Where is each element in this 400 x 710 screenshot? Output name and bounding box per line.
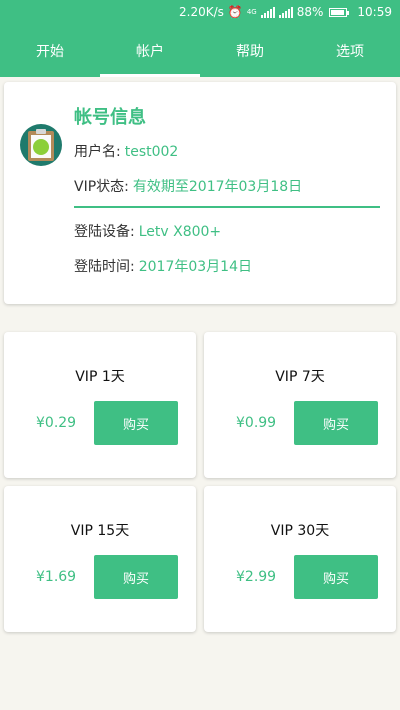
vip-plan-price: ¥0.99	[236, 415, 277, 431]
device-value: Letv X800+	[138, 224, 222, 240]
vip-status-row: VIP状态: 有效期至2017年03月18日	[74, 176, 302, 196]
username-row: 用户名: test002	[74, 141, 178, 161]
vip-plan-card: VIP 7天 ¥0.99 购买	[204, 332, 396, 478]
vip-plan-price: ¥0.29	[36, 415, 77, 431]
avatar	[20, 124, 62, 166]
username-label: 用户名:	[74, 144, 121, 160]
vip-plan-name: VIP 1天	[75, 369, 125, 385]
device-row: 登陆设备: Letv X800+	[74, 221, 221, 241]
buy-button[interactable]: 购买	[294, 555, 378, 599]
clipboard-clip	[36, 129, 46, 134]
signal-icon-2	[278, 6, 293, 18]
tab-bar: 开始 帐户 帮助 选项	[0, 24, 400, 77]
battery-fill	[331, 9, 344, 15]
tab-label: 帐户	[136, 43, 164, 60]
login-time-label: 登陆时间:	[74, 259, 135, 275]
buy-button[interactable]: 购买	[294, 401, 378, 445]
vip-plan-card: VIP 15天 ¥1.69 购买	[4, 486, 196, 632]
vip-plan-name: VIP 15天	[70, 523, 130, 539]
network-speed: 2.20K/s	[179, 5, 224, 19]
battery-percent: 88%	[296, 5, 324, 19]
tab-label: 选项	[336, 43, 364, 60]
tab-options[interactable]: 选项	[300, 24, 400, 77]
apple-icon	[33, 139, 49, 155]
username-value: test002	[124, 144, 179, 160]
status-bar: 2.20K/s ⏰ 4G 88% 10:59	[0, 0, 400, 24]
tab-start[interactable]: 开始	[0, 24, 100, 77]
vip-plan-name: VIP 30天	[270, 523, 330, 539]
device-label: 登陆设备:	[74, 224, 135, 240]
account-title: 帐号信息	[74, 107, 146, 128]
vip-plan-price: ¥1.69	[36, 569, 77, 585]
alarm-icon: ⏰	[227, 5, 243, 19]
divider	[74, 206, 380, 208]
buy-button[interactable]: 购买	[94, 401, 178, 445]
tab-help[interactable]: 帮助	[200, 24, 300, 77]
vip-plan-card: VIP 30天 ¥2.99 购买	[204, 486, 396, 632]
tab-account[interactable]: 帐户	[100, 24, 200, 77]
login-time-row: 登陆时间: 2017年03月14日	[74, 256, 252, 276]
network-type: 4G	[246, 7, 257, 16]
buy-button[interactable]: 购买	[94, 555, 178, 599]
signal-icon	[260, 6, 275, 18]
battery-icon	[329, 7, 350, 17]
tab-label: 开始	[36, 43, 64, 60]
vip-status-label: VIP状态:	[74, 179, 129, 195]
login-time-value: 2017年03月14日	[138, 259, 252, 275]
vip-status-value: 有效期至2017年03月18日	[132, 179, 303, 195]
vip-plan-name: VIP 7天	[275, 369, 325, 385]
tab-label: 帮助	[236, 43, 264, 60]
clock: 10:59	[357, 5, 392, 19]
vip-plan-card: VIP 1天 ¥0.29 购买	[4, 332, 196, 478]
vip-plan-price: ¥2.99	[236, 569, 277, 585]
